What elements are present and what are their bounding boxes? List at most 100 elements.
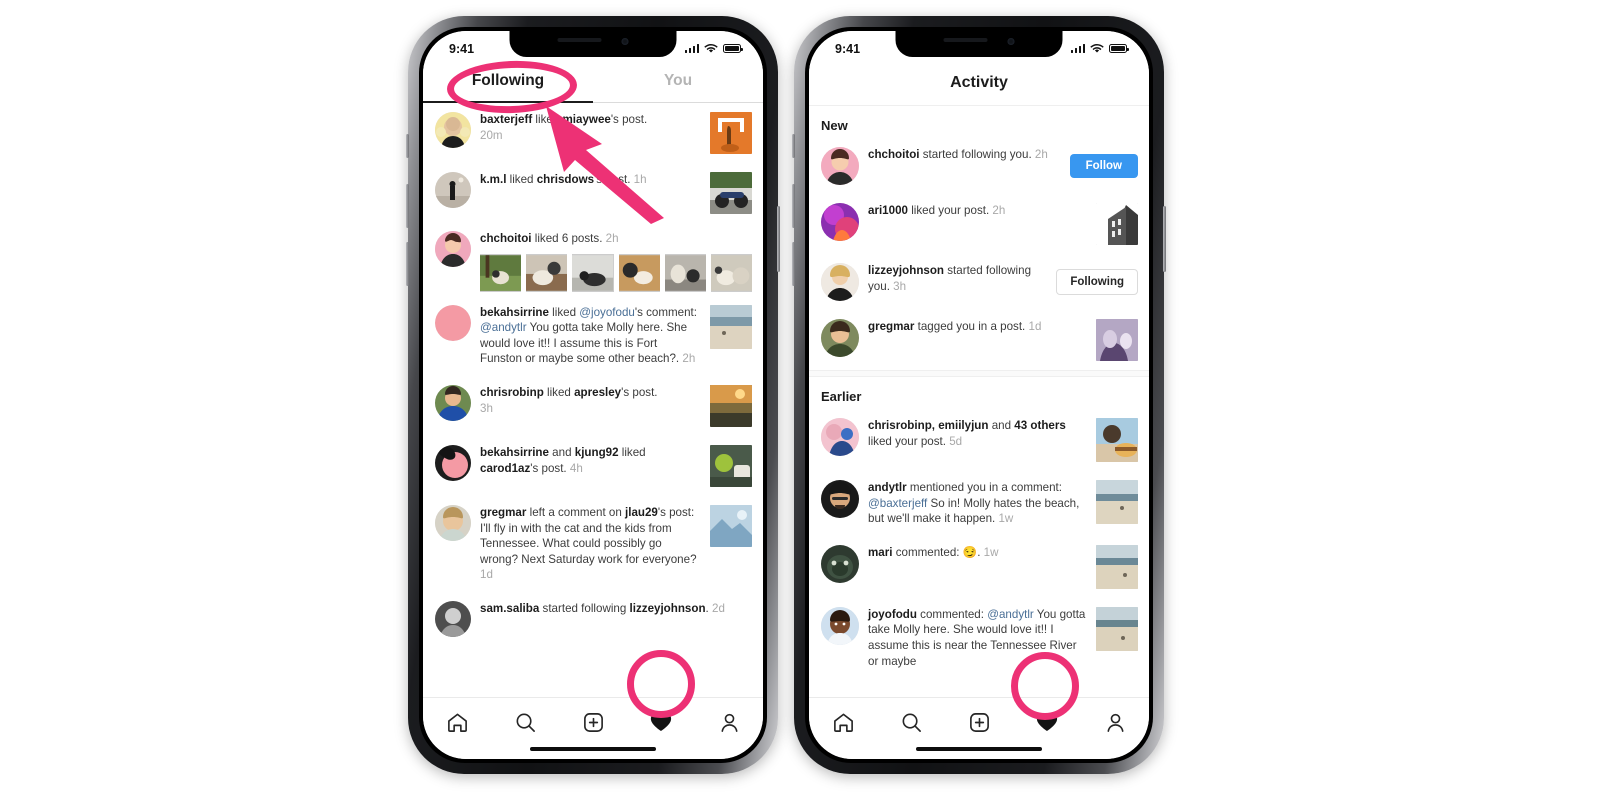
target-username[interactable]: apresley bbox=[574, 386, 621, 399]
target-username[interactable]: lizzeyjohnson bbox=[630, 602, 706, 615]
username[interactable]: k.m.l bbox=[480, 173, 506, 186]
username[interactable]: gregmar bbox=[868, 320, 914, 333]
post-thumbnail[interactable] bbox=[1096, 418, 1138, 462]
list-item[interactable]: bekahsirrine liked @joyofodu's comment: … bbox=[423, 296, 763, 376]
list-item[interactable]: joyofodu commented: @andytlr You gotta t… bbox=[809, 598, 1149, 678]
post-thumbnail[interactable] bbox=[572, 253, 614, 292]
activity-feed[interactable]: New chchoitoi started following you. 2h … bbox=[809, 106, 1149, 678]
post-thumbnail[interactable] bbox=[1096, 319, 1138, 361]
others-count[interactable]: 43 others bbox=[1014, 419, 1066, 432]
post-thumbnail[interactable] bbox=[1096, 606, 1138, 651]
avatar[interactable] bbox=[821, 418, 859, 456]
list-item[interactable]: andytlr mentioned you in a comment: @bax… bbox=[809, 471, 1149, 536]
bottom-nav-left[interactable] bbox=[423, 697, 763, 759]
following-button[interactable]: Following bbox=[1056, 269, 1138, 295]
username[interactable]: bekahsirrine bbox=[480, 446, 549, 459]
username[interactable]: ari1000 bbox=[868, 204, 908, 217]
post-thumbnail[interactable] bbox=[1096, 544, 1138, 589]
post-thumbnail[interactable] bbox=[710, 112, 752, 154]
list-item[interactable]: k.m.l liked chrisdows's post. 1h bbox=[423, 163, 763, 223]
username[interactable]: andytlr bbox=[868, 481, 907, 494]
target-username[interactable]: chrisdows bbox=[537, 173, 594, 186]
username[interactable]: sam.saliba bbox=[480, 602, 539, 615]
mention-link[interactable]: @andytlr bbox=[987, 608, 1034, 621]
target-username[interactable]: jlau29 bbox=[625, 506, 658, 519]
avatar[interactable] bbox=[435, 172, 471, 208]
username[interactable]: chchoitoi bbox=[480, 232, 532, 245]
bottom-nav-right[interactable] bbox=[809, 697, 1149, 759]
post-thumbnail[interactable] bbox=[480, 253, 522, 292]
follow-button[interactable]: Follow bbox=[1069, 154, 1138, 178]
list-item[interactable]: chrisrobinp liked apresley's post. 3h bbox=[423, 376, 763, 436]
home-icon[interactable] bbox=[823, 707, 863, 737]
following-feed[interactable]: baxterjeff liked miaywee's post. 20m k.m… bbox=[423, 103, 763, 674]
avatar[interactable] bbox=[435, 112, 471, 148]
post-thumbnail[interactable] bbox=[526, 253, 568, 292]
post-thumbnail[interactable] bbox=[710, 172, 752, 214]
heart-icon[interactable] bbox=[1027, 707, 1067, 737]
avatar[interactable] bbox=[821, 203, 859, 241]
avatar[interactable] bbox=[821, 544, 859, 583]
search-icon[interactable] bbox=[505, 707, 545, 737]
post-thumbnail[interactable] bbox=[710, 444, 752, 487]
post-thumbnail[interactable] bbox=[1096, 203, 1138, 245]
avatar[interactable] bbox=[435, 504, 471, 541]
list-item[interactable]: mari commented: 😏. 1w bbox=[809, 536, 1149, 598]
post-thumbnail[interactable] bbox=[710, 253, 753, 292]
heart-icon[interactable] bbox=[641, 707, 681, 737]
new-post-icon[interactable] bbox=[573, 707, 613, 737]
post-thumbnail[interactable] bbox=[710, 304, 752, 349]
target-username[interactable]: kjung92 bbox=[575, 446, 619, 459]
username[interactable]: mari bbox=[868, 546, 893, 559]
list-item[interactable]: gregmar left a comment on jlau29's post:… bbox=[423, 496, 763, 592]
list-item[interactable]: chrisrobinp, emiilyjun and 43 others lik… bbox=[809, 409, 1149, 471]
list-item-text: chrisrobinp, emiilyjun and 43 others lik… bbox=[868, 418, 1087, 449]
username[interactable]: gregmar bbox=[480, 506, 526, 519]
list-item[interactable]: sam.saliba started following lizzeyjohns… bbox=[423, 592, 763, 646]
avatar[interactable] bbox=[821, 319, 859, 357]
post-thumbnail[interactable] bbox=[618, 253, 660, 292]
list-item[interactable]: chchoitoi started following you. 2h Foll… bbox=[809, 138, 1149, 194]
username[interactable]: chrisrobinp, emiilyjun bbox=[868, 419, 988, 432]
avatar[interactable] bbox=[435, 444, 471, 481]
username[interactable]: bekahsirrine bbox=[480, 306, 549, 319]
search-icon[interactable] bbox=[891, 707, 931, 737]
username[interactable]: joyofodu bbox=[868, 608, 917, 621]
avatar[interactable] bbox=[435, 384, 471, 421]
avatar[interactable] bbox=[821, 606, 859, 645]
post-thumbnail-group[interactable] bbox=[480, 253, 753, 292]
username[interactable]: chchoitoi bbox=[868, 148, 920, 161]
home-icon[interactable] bbox=[437, 707, 477, 737]
target-username[interactable]: miaywee bbox=[563, 113, 611, 126]
list-item[interactable]: bekahsirrine and kjung92 liked carod1az'… bbox=[423, 436, 763, 496]
avatar[interactable] bbox=[435, 231, 471, 267]
action-text: liked bbox=[548, 305, 580, 319]
avatar[interactable] bbox=[821, 480, 859, 518]
avatar[interactable] bbox=[435, 304, 471, 341]
mention-link[interactable]: @baxterjeff bbox=[868, 497, 927, 510]
mention-link[interactable]: @joyofodu bbox=[579, 306, 635, 319]
post-thumbnail[interactable] bbox=[710, 384, 752, 427]
tab-following[interactable]: Following bbox=[423, 61, 593, 103]
post-thumbnail[interactable] bbox=[664, 253, 706, 292]
avatar[interactable] bbox=[821, 263, 859, 301]
new-post-icon[interactable] bbox=[959, 707, 999, 737]
username[interactable]: chrisrobinp bbox=[480, 386, 544, 399]
list-item[interactable]: ari1000 liked your post. 2h bbox=[809, 194, 1149, 254]
username[interactable]: lizzeyjohnson bbox=[868, 264, 944, 277]
list-item[interactable]: chchoitoi liked 6 posts. 2h bbox=[423, 223, 763, 296]
page-title: Activity bbox=[809, 61, 1149, 106]
mention-link[interactable]: @andytlr bbox=[480, 321, 527, 334]
tab-you[interactable]: You bbox=[593, 61, 763, 102]
post-thumbnail[interactable] bbox=[1096, 480, 1138, 524]
post-thumbnail[interactable] bbox=[710, 504, 752, 547]
list-item[interactable]: lizzeyjohnson started following you. 3h … bbox=[809, 254, 1149, 310]
avatar[interactable] bbox=[821, 147, 859, 185]
profile-icon[interactable] bbox=[709, 707, 749, 737]
list-item[interactable]: baxterjeff liked miaywee's post. 20m bbox=[423, 103, 763, 163]
target-username[interactable]: carod1az bbox=[480, 462, 530, 475]
profile-icon[interactable] bbox=[1095, 707, 1135, 737]
avatar[interactable] bbox=[435, 600, 471, 637]
username[interactable]: baxterjeff bbox=[480, 113, 532, 126]
list-item[interactable]: gregmar tagged you in a post. 1d bbox=[809, 310, 1149, 370]
